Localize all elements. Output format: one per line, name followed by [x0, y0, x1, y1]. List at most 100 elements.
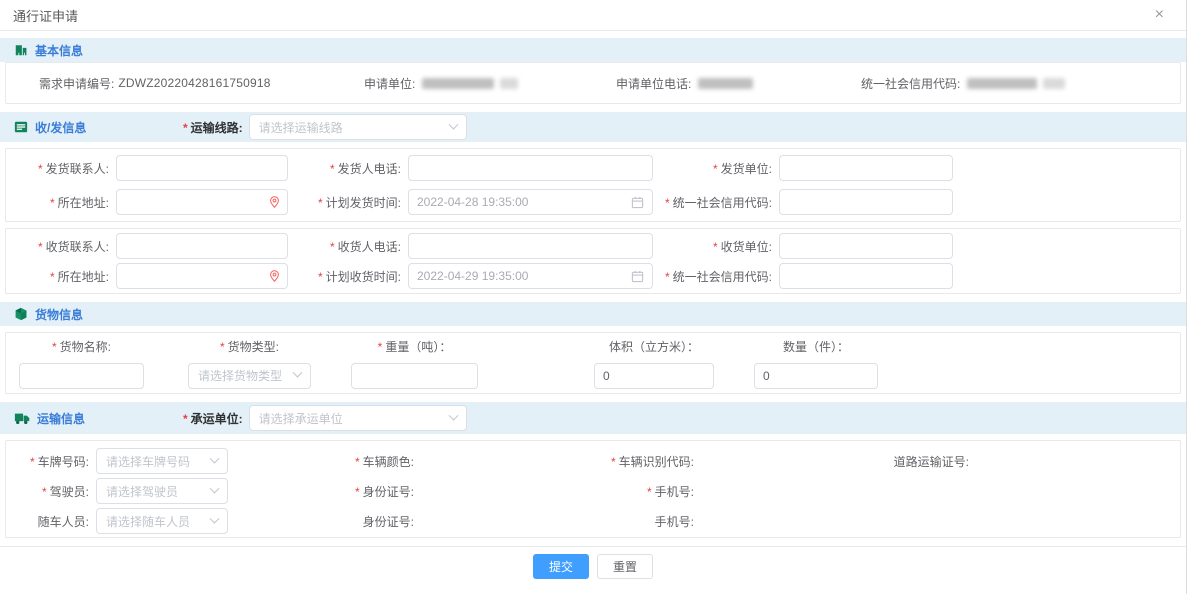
chevron-down-icon: [210, 513, 220, 523]
route-label: *运输线路:: [183, 119, 243, 136]
cargo-weight-label: *重量（吨）：: [351, 338, 478, 355]
section-header-cargo: 货物信息: [0, 302, 1186, 326]
receive-credit-label: *统一社会信用代码:: [653, 268, 779, 285]
crew-label: 随车人员:: [6, 513, 96, 530]
section-header-transport: 运输信息 *承运单位: 请选择承运单位: [0, 402, 1186, 434]
cargo-weight-input[interactable]: [351, 363, 478, 389]
cargo-weight-field: *重量（吨）：: [351, 338, 478, 389]
receive-row-2: *所在地址: *计划收货时间: 2022-04-29 19:35:00 *统一社…: [6, 261, 1180, 291]
cargo-volume-input[interactable]: [594, 363, 714, 389]
credit-code-label: 统一社会信用代码:: [861, 75, 960, 92]
send-credit-label: *统一社会信用代码:: [653, 194, 779, 211]
send-unit-label: *发货单位:: [653, 160, 779, 177]
cargo-quantity-input[interactable]: [754, 363, 878, 389]
send-phone-label: *发货人电话:: [288, 160, 408, 177]
driver-select[interactable]: 请选择驾驶员: [96, 478, 228, 504]
send-address-label: *所在地址:: [6, 194, 116, 211]
send-info-group: *发货联系人: *发货人电话: *发货单位: *所在地址: *计划发货时间: 2…: [5, 148, 1181, 222]
carrier-field: *承运单位: 请选择承运单位: [183, 405, 467, 431]
apply-unit-field: 申请单位:: [364, 75, 616, 92]
apply-unit-value-redacted: [422, 78, 494, 89]
driver-id-label: *身份证号:: [228, 483, 421, 500]
crew-id-label: 身份证号:: [228, 513, 421, 530]
route-select[interactable]: 请选择运输线路: [249, 114, 467, 140]
send-time-picker[interactable]: 2022-04-28 19:35:00: [408, 189, 653, 215]
receive-unit-input[interactable]: [779, 233, 953, 259]
cargo-type-label: *货物类型:: [188, 338, 311, 355]
crew-select[interactable]: 请选择随车人员: [96, 508, 228, 534]
receive-time-label: *计划收货时间:: [288, 268, 408, 285]
chevron-down-icon: [448, 119, 458, 129]
apply-unit-value-redacted: [500, 78, 518, 89]
calendar-icon: [631, 196, 644, 209]
transport-row-2: *驾驶员: 请选择驾驶员 *身份证号: *手机号:: [6, 476, 1180, 506]
reset-button[interactable]: 重置: [597, 554, 653, 579]
send-credit-input[interactable]: [779, 189, 953, 215]
plate-no-placeholder: 请选择车牌号码: [106, 453, 190, 470]
vehicle-color-label: *车辆颜色:: [228, 453, 421, 470]
cargo-name-field: *货物名称:: [19, 338, 144, 389]
close-icon[interactable]: ×: [1155, 7, 1164, 23]
transport-row-3: 随车人员: 请选择随车人员 身份证号: 手机号:: [6, 506, 1180, 536]
section-title-basic: 基本信息: [35, 42, 83, 59]
cargo-name-input[interactable]: [19, 363, 144, 389]
driver-placeholder: 请选择驾驶员: [106, 483, 178, 500]
requirement-no-label: 需求申请编号:: [39, 75, 114, 92]
cargo-type-placeholder: 请选择货物类型: [198, 367, 282, 384]
cargo-volume-field: 体积（立方米）：: [594, 338, 714, 389]
crew-placeholder: 请选择随车人员: [106, 513, 190, 530]
receive-credit-input[interactable]: [779, 263, 953, 289]
submit-button[interactable]: 提交: [533, 554, 589, 579]
section-title-transport: 运输信息: [37, 410, 85, 427]
receive-address-input[interactable]: [116, 263, 288, 289]
truck-icon: [14, 412, 30, 425]
send-unit-input[interactable]: [779, 155, 953, 181]
send-address-input[interactable]: [116, 189, 288, 215]
chevron-down-icon: [293, 368, 303, 378]
location-pin-icon[interactable]: [268, 196, 281, 209]
credit-code-value-redacted: [967, 78, 1037, 89]
receive-contact-label: *收货联系人:: [6, 238, 116, 255]
receive-phone-label: *收货人电话:: [288, 238, 408, 255]
location-pin-icon[interactable]: [268, 270, 281, 283]
building-icon: [14, 43, 28, 57]
cargo-info-row: *货物名称: *货物类型: 请选择货物类型 *重量（吨）： 体积（立方米）： 数…: [5, 332, 1181, 394]
send-phone-input[interactable]: [408, 155, 653, 181]
pass-application-modal: 通行证申请 × 基本信息 需求申请编号: ZDWZ202204281617509…: [0, 0, 1187, 594]
footer-actions: 提交 重置: [0, 546, 1186, 579]
receive-contact-input[interactable]: [116, 233, 288, 259]
cargo-quantity-label: 数量（件）：: [754, 338, 878, 355]
cargo-quantity-field: 数量（件）：: [754, 338, 878, 389]
basic-info-row: 需求申请编号: ZDWZ20220428161750918 申请单位: 申请单位…: [5, 62, 1181, 104]
vin-label: *车辆识别代码:: [421, 453, 701, 470]
send-time-label: *计划发货时间:: [288, 194, 408, 211]
apply-phone-value-redacted: [698, 78, 753, 89]
cargo-type-select[interactable]: 请选择货物类型: [188, 363, 311, 389]
carrier-select[interactable]: 请选择承运单位: [249, 405, 467, 431]
credit-code-value-redacted: [1043, 78, 1065, 89]
road-cert-label: 道路运输证号:: [701, 453, 976, 470]
cargo-volume-label: 体积（立方米）：: [594, 338, 714, 355]
route-placeholder: 请选择运输线路: [259, 119, 343, 136]
credit-code-field: 统一社会信用代码:: [861, 75, 1180, 92]
crew-phone-label: 手机号:: [421, 513, 701, 530]
transport-row-1: *车牌号码: 请选择车牌号码 *车辆颜色: *车辆识别代码: 道路运输证号:: [6, 446, 1180, 476]
section-title-sendrecv: 收/发信息: [35, 119, 86, 136]
package-box-icon: [14, 307, 28, 321]
driver-phone-label: *手机号:: [421, 483, 701, 500]
plate-no-label: *车牌号码:: [6, 453, 96, 470]
send-row-2: *所在地址: *计划发货时间: 2022-04-28 19:35:00 *统一社…: [6, 185, 1180, 219]
receive-phone-input[interactable]: [408, 233, 653, 259]
chevron-down-icon: [210, 483, 220, 493]
cargo-name-label: *货物名称:: [19, 338, 144, 355]
calendar-icon: [631, 270, 644, 283]
receive-info-group: *收货联系人: *收货人电话: *收货单位: *所在地址: *计划收货时间: 2…: [5, 228, 1181, 294]
requirement-no-field: 需求申请编号: ZDWZ20220428161750918: [39, 75, 364, 92]
receive-time-picker[interactable]: 2022-04-29 19:35:00: [408, 263, 653, 289]
carrier-placeholder: 请选择承运单位: [259, 410, 343, 427]
send-contact-input[interactable]: [116, 155, 288, 181]
apply-phone-field: 申请单位电话:: [616, 75, 861, 92]
plate-no-select[interactable]: 请选择车牌号码: [96, 448, 228, 474]
form-list-icon: [14, 120, 28, 134]
section-title-cargo: 货物信息: [35, 306, 83, 323]
